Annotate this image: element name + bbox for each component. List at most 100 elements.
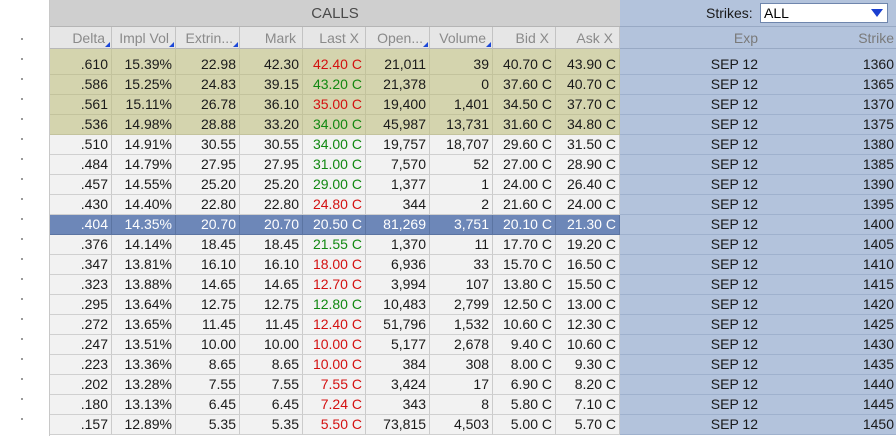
option-row[interactable]: .272 13.65% 11.45 11.45 12.40 C 51,796 1,532 10… [50, 315, 896, 335]
cell-impl-vol: 14.35% [112, 215, 176, 235]
cell-extrinsic: 11.45 [176, 315, 240, 335]
cell-impl-vol: 14.79% [112, 155, 176, 175]
cell-ask: 28.90 C [556, 155, 620, 175]
cell-mark: 33.20 [240, 115, 303, 135]
column-header-delta[interactable]: Delta [50, 27, 112, 49]
cell-open-int-value: 1,370 [390, 236, 426, 252]
exchange-code: C [541, 156, 552, 172]
column-header-impl-vol[interactable]: Impl Vol [112, 27, 176, 49]
column-header-open-int[interactable]: Open... [366, 27, 430, 49]
cell-exp: SEP 12 [620, 155, 760, 175]
exchange-code: C [541, 376, 552, 392]
cell-last: 34.00 C [303, 135, 366, 155]
cell-bid: 20.10 C [493, 215, 556, 235]
gutter-dot [21, 78, 23, 80]
option-row[interactable]: .484 14.79% 27.95 27.95 31.00 C 7,570 52 27.00 … [50, 155, 896, 175]
cell-open-int-value: 51,796 [383, 316, 426, 332]
cell-ask-value: 19.20 [566, 236, 602, 252]
cell-mark-value: 5.35 [271, 416, 299, 432]
cell-last-value: 18.00 [312, 256, 348, 272]
cell-extrinsic: 30.55 [176, 135, 240, 155]
gutter-dot [21, 358, 23, 360]
option-row[interactable]: .347 13.81% 16.10 16.10 18.00 C 6,936 33 15.70 … [50, 255, 896, 275]
strikes-dropdown[interactable]: ALL [760, 3, 888, 23]
option-row[interactable]: .430 14.40% 22.80 22.80 24.80 C 344 2 21.60 C 24… [50, 195, 896, 215]
dropdown-arrow-icon[interactable] [871, 9, 883, 17]
cell-open-int: 19,757 [366, 135, 430, 155]
cell-extrinsic: 5.35 [176, 415, 240, 435]
option-row[interactable]: .180 13.13% 6.45 6.45 7.24 C 343 8 5.80 C 7.10 C… [50, 395, 896, 415]
cell-last: 7.24 C [303, 395, 366, 415]
option-row[interactable]: .223 13.36% 8.65 8.65 10.00 C 384 308 8.00 C 9.3… [50, 355, 896, 375]
option-row[interactable]: .295 13.64% 12.75 12.75 12.80 C 10,483 2,799 12… [50, 295, 896, 315]
column-header-extrinsic[interactable]: Extrin... [176, 27, 240, 49]
cell-open-int: 19,400 [366, 95, 430, 115]
cell-impl-vol-value: 13.13% [124, 396, 172, 412]
option-row[interactable]: .457 14.55% 25.20 25.20 29.00 C 1,377 1 24.00 C… [50, 175, 896, 195]
cell-extrinsic-value: 28.88 [200, 116, 236, 132]
option-row[interactable]: .376 14.14% 18.45 18.45 21.55 C 1,370 11 17.70 … [50, 235, 896, 255]
row-gutter [0, 0, 50, 436]
cell-delta-value: .484 [80, 156, 108, 172]
cell-last: 18.00 C [303, 255, 366, 275]
gutter-dot [21, 158, 23, 160]
cell-ask-value: 31.50 [566, 136, 602, 152]
cell-volume-value: 11 [474, 236, 489, 252]
cell-volume-value: 18,707 [446, 136, 489, 152]
cell-exp: SEP 12 [620, 235, 760, 255]
cell-extrinsic: 28.88 [176, 115, 240, 135]
exchange-code: C [605, 296, 616, 312]
cell-ask: 24.00 C [556, 195, 620, 215]
cell-exp: SEP 12 [620, 175, 760, 195]
option-row[interactable]: .586 15.25% 24.83 39.15 43.20 C 21,378 0 37.60 … [50, 75, 896, 95]
column-header-exp[interactable]: Exp [620, 27, 760, 49]
gutter-dot [21, 118, 23, 120]
option-row[interactable]: .202 13.28% 7.55 7.55 7.55 C 3,424 17 6.90 C 8.2… [50, 375, 896, 395]
column-header-strike[interactable]: Strike [760, 27, 896, 49]
option-row[interactable]: .536 14.98% 28.88 33.20 34.00 C 45,987 13,731 3… [50, 115, 896, 135]
column-header-ask[interactable]: Ask X [556, 27, 620, 49]
cell-mark-value: 22.80 [263, 196, 299, 212]
cell-ask: 10.60 C [556, 335, 620, 355]
exchange-code: C [605, 116, 616, 132]
exchange-code: C [541, 116, 552, 132]
cell-impl-vol-value: 13.28% [124, 376, 172, 392]
cell-delta: .376 [50, 235, 112, 255]
cell-volume: 8 [430, 395, 493, 415]
cell-open-int: 3,994 [366, 275, 430, 295]
cell-mark: 14.65 [240, 275, 303, 295]
column-header-bid[interactable]: Bid X [493, 27, 556, 49]
cell-bid-value: 13.80 [502, 276, 538, 292]
column-header-volume[interactable]: Volume [430, 27, 493, 49]
cell-impl-vol-value: 14.14% [124, 236, 172, 252]
cell-last: 35.00 C [303, 95, 366, 115]
gutter-dot [21, 318, 23, 320]
cell-delta-value: .347 [80, 256, 108, 272]
cell-extrinsic: 12.75 [176, 295, 240, 315]
option-row[interactable]: .561 15.11% 26.78 36.10 35.00 C 19,400 1,401 34… [50, 95, 896, 115]
cell-mark-value: 6.45 [271, 396, 299, 412]
cell-strike: 1360 [760, 55, 896, 75]
cell-impl-vol-value: 15.25% [124, 76, 172, 92]
option-row[interactable]: .323 13.88% 14.65 14.65 12.70 C 3,994 107 13.80… [50, 275, 896, 295]
cell-volume: 2,678 [430, 335, 493, 355]
cell-delta: .295 [50, 295, 112, 315]
cell-impl-vol-value: 15.11% [125, 96, 172, 112]
cell-open-int: 343 [366, 395, 430, 415]
cell-ask-value: 15.50 [566, 276, 602, 292]
option-row[interactable]: .247 13.51% 10.00 10.00 10.00 C 5,177 2,678 9.4… [50, 335, 896, 355]
cell-impl-vol-value: 13.81% [124, 256, 172, 272]
gutter-dot [21, 178, 23, 180]
option-row[interactable]: .610 15.39% 22.98 42.30 42.40 C 21,011 39 40.70… [50, 55, 896, 75]
cell-last: 5.50 C [303, 415, 366, 435]
option-row[interactable]: .404 14.35% 20.70 20.70 20.50 C 81,269 3,751 20… [50, 215, 896, 235]
option-row[interactable]: .510 14.91% 30.55 30.55 34.00 C 19,757 18,707 2… [50, 135, 896, 155]
column-header-mark[interactable]: Mark [240, 27, 303, 49]
calls-title: CALLS [311, 4, 359, 22]
column-header-last[interactable]: Last X [303, 27, 366, 49]
cell-delta: .272 [50, 315, 112, 335]
cell-mark: 10.00 [240, 335, 303, 355]
cell-last-value: 34.00 [312, 116, 348, 132]
gutter-dot [21, 198, 23, 200]
option-row[interactable]: .157 12.89% 5.35 5.35 5.50 C 73,815 4,503 5.00 … [50, 415, 896, 435]
